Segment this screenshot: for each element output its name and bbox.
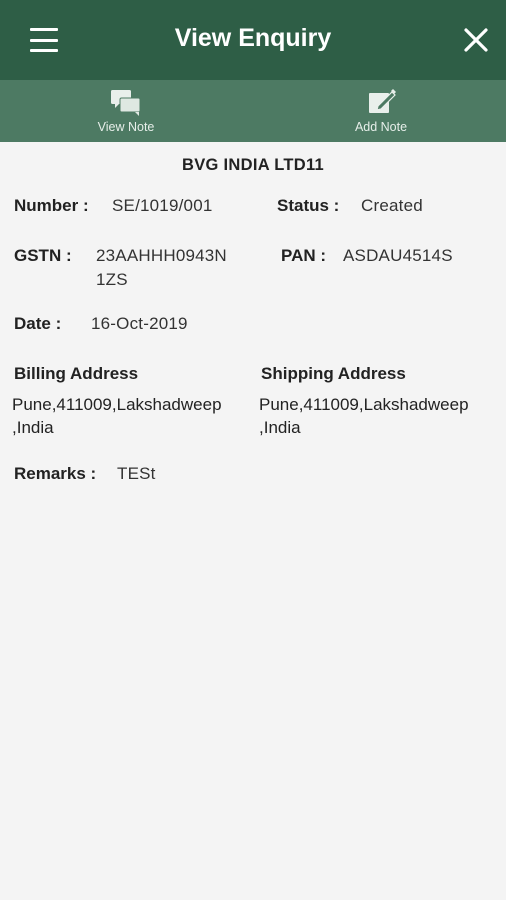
- company-name: BVG INDIA LTD11: [181, 156, 325, 174]
- shipping-address-line2: ,India: [259, 418, 301, 437]
- action-toolbar: View Note Add Note: [0, 80, 506, 142]
- view-note-label: View Note: [97, 120, 155, 134]
- gstn-value-line2: 1ZS: [96, 270, 128, 289]
- shipping-address-line1: Pune,411009,Lakshadweep: [259, 395, 469, 414]
- view-note-button[interactable]: View Note: [46, 80, 206, 142]
- billing-address-line1: Pune,411009,Lakshadweep: [12, 395, 222, 414]
- billing-address-line2: ,India: [12, 418, 54, 437]
- pan-label: PAN :: [281, 246, 327, 265]
- edit-note-icon: [369, 89, 396, 113]
- shipping-address-title: Shipping Address: [261, 364, 406, 383]
- page-title: View Enquiry: [174, 24, 332, 52]
- number-value: SE/1019/001: [112, 196, 213, 215]
- date-label: Date :: [14, 314, 62, 333]
- date-value: 16-Oct-2019: [91, 314, 188, 333]
- add-note-label: Add Note: [354, 120, 408, 134]
- remarks-label: Remarks :: [14, 464, 97, 483]
- app-bar: View Enquiry: [0, 0, 506, 80]
- number-label: Number :: [14, 196, 89, 215]
- pan-value: ASDAU4514S: [343, 246, 453, 265]
- status-label: Status :: [277, 196, 340, 215]
- add-note-button[interactable]: Add Note: [301, 80, 461, 142]
- status-value: Created: [361, 196, 423, 215]
- remarks-value: TESt: [117, 464, 156, 483]
- gstn-value-line1: 23AAHHH0943N: [96, 246, 227, 265]
- gstn-label: GSTN :: [14, 246, 72, 265]
- view-note-icon: [111, 90, 141, 116]
- billing-address-title: Billing Address: [14, 364, 139, 383]
- close-icon[interactable]: [462, 26, 490, 54]
